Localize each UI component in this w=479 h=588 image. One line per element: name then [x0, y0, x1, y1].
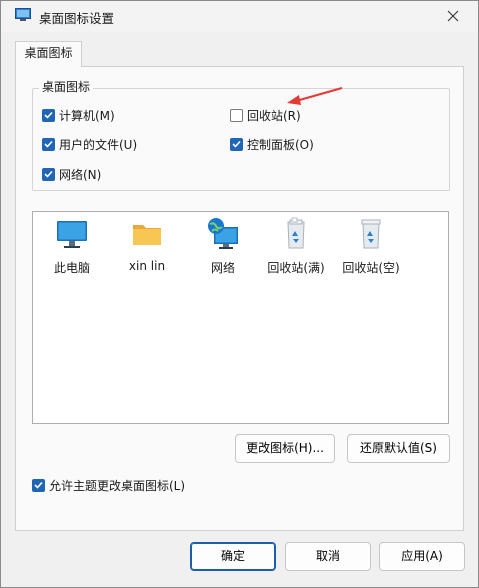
apply-button[interactable]: 应用(A)	[379, 542, 465, 571]
tab-desktop-icons[interactable]: 桌面图标	[15, 41, 82, 67]
folder-icon	[130, 217, 164, 251]
recycle-bin-full-icon	[279, 217, 313, 251]
checkbox-box[interactable]	[230, 108, 243, 122]
checkbox-box[interactable]	[32, 478, 45, 492]
checkbox-label: 控制面板(O)	[247, 137, 314, 152]
item-label: 此电脑	[53, 261, 90, 275]
desktop-settings-icon	[15, 8, 31, 22]
checkbox-label: 用户的文件(U)	[59, 137, 138, 152]
list-item-user-folder[interactable]: xin lin	[109, 217, 185, 273]
checkmark-icon	[232, 140, 241, 148]
checkbox-box[interactable]	[42, 137, 55, 151]
item-label: 回收站(空)	[342, 261, 400, 275]
groupbox-legend: 桌面图标	[39, 80, 94, 95]
network-globe-icon	[206, 217, 240, 251]
checkbox-control-panel[interactable]: 控制面板(O)	[230, 136, 314, 152]
list-item-this-pc[interactable]: 此电脑	[34, 217, 110, 276]
checkbox-computer[interactable]: 计算机(M)	[42, 107, 115, 123]
item-label: 回收站(满)	[267, 261, 325, 275]
checkbox-network[interactable]: 网络(N)	[42, 166, 101, 182]
checkmark-icon	[44, 170, 53, 178]
ok-button[interactable]: 确定	[190, 542, 276, 571]
change-icon-button[interactable]: 更改图标(H)...	[235, 434, 335, 463]
annotation-arrow-icon	[287, 86, 343, 105]
checkbox-allow-theme[interactable]: 允许主题更改桌面图标(L)	[32, 477, 185, 493]
checkbox-label: 网络(N)	[59, 167, 102, 182]
checkbox-label: 允许主题更改桌面图标(L)	[49, 478, 186, 493]
checkbox-box[interactable]	[42, 167, 55, 181]
item-label: xin lin	[128, 259, 166, 273]
checkmark-icon	[44, 140, 53, 148]
checkmark-icon	[34, 481, 43, 489]
checkbox-recycle-bin[interactable]: 回收站(R)	[230, 107, 301, 123]
cancel-button[interactable]: 取消	[285, 542, 371, 571]
checkmark-icon	[44, 111, 53, 119]
item-label: 网络	[210, 261, 235, 275]
list-item-network[interactable]: 网络	[185, 217, 261, 276]
checkbox-box[interactable]	[42, 108, 55, 122]
close-button[interactable]	[430, 1, 476, 32]
close-icon	[447, 10, 459, 22]
monitor-icon	[55, 217, 89, 251]
restore-default-button[interactable]: 还原默认值(S)	[347, 434, 450, 463]
window-title: 桌面图标设置	[39, 11, 115, 26]
checkbox-box[interactable]	[230, 137, 243, 151]
recycle-bin-empty-icon	[354, 217, 388, 251]
checkbox-label: 回收站(R)	[247, 108, 301, 123]
checkbox-user-files[interactable]: 用户的文件(U)	[42, 136, 137, 152]
list-item-recycle-bin-empty[interactable]: 回收站(空)	[333, 217, 409, 276]
list-item-recycle-bin-full[interactable]: 回收站(满)	[258, 217, 334, 276]
checkbox-label: 计算机(M)	[59, 108, 115, 123]
title-bar[interactable]: 桌面图标设置	[1, 1, 478, 32]
icon-list[interactable]: 此电脑 xin lin 网络 回收站(满) 回收站(空)	[32, 211, 449, 424]
desktop-icon-settings-dialog: 桌面图标设置 桌面图标 桌面图标 计算机(M) 回收站(R) 用户的文件(U) …	[0, 0, 479, 588]
